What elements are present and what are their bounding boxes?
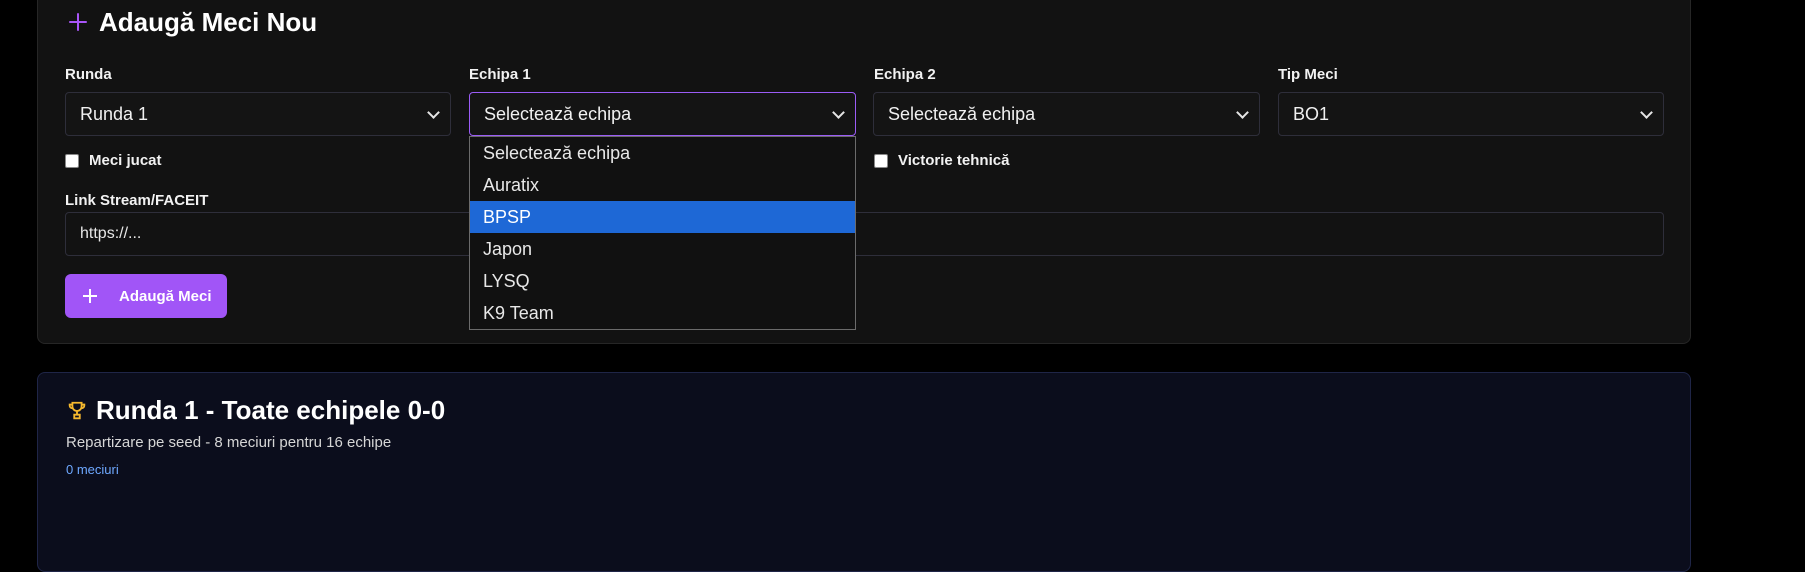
round-header: Runda 1 - Toate echipele 0-0 xyxy=(66,395,445,426)
played-checkbox-label: Meci jucat xyxy=(89,152,162,169)
plus-icon xyxy=(67,11,89,33)
team1-label: Echipa 1 xyxy=(469,66,531,83)
add-match-button-label: Adaugă Meci xyxy=(119,287,212,305)
team1-dropdown-list: Selectează echipa Auratix BPSP Japon LYS… xyxy=(469,136,856,330)
chevron-down-icon xyxy=(832,106,845,119)
chevron-down-icon xyxy=(427,106,440,119)
match-type-select-value: BO1 xyxy=(1293,103,1330,124)
add-match-button[interactable]: Adaugă Meci xyxy=(65,274,227,318)
trophy-icon xyxy=(68,401,86,419)
tech-win-checkbox-label: Victorie tehnică xyxy=(898,152,1010,169)
team2-label: Echipa 2 xyxy=(874,66,936,83)
tech-win-checkbox[interactable] xyxy=(874,153,888,168)
dropdown-option[interactable]: LYSQ xyxy=(470,265,855,297)
dropdown-option[interactable]: Selectează echipa xyxy=(470,137,855,169)
team1-select-value: Selectează echipa xyxy=(484,103,632,124)
plus-icon xyxy=(83,289,97,303)
dropdown-option[interactable]: Auratix xyxy=(470,169,855,201)
played-checkbox-row[interactable]: Meci jucat xyxy=(65,152,162,169)
played-checkbox[interactable] xyxy=(65,153,79,168)
team1-select[interactable]: Selectează echipa xyxy=(469,92,856,136)
match-type-select[interactable]: BO1 xyxy=(1278,92,1664,136)
link-label: Link Stream/FACEIT xyxy=(65,192,209,209)
add-match-card xyxy=(37,0,1691,344)
dropdown-option-highlighted[interactable]: BPSP xyxy=(470,201,855,233)
chevron-down-icon xyxy=(1236,106,1249,119)
dropdown-option[interactable]: Japon xyxy=(470,233,855,265)
chevron-down-icon xyxy=(1640,106,1653,119)
stream-link-input[interactable]: https://... xyxy=(65,212,1664,256)
form-header: Adaugă Meci Nou xyxy=(67,4,317,40)
team2-select-value: Selectează echipa xyxy=(888,103,1036,124)
match-count: 0 meciuri xyxy=(66,462,119,477)
round-subtitle: Repartizare pe seed - 8 meciuri pentru 1… xyxy=(66,434,392,451)
runda-select-value: Runda 1 xyxy=(80,103,149,124)
form-title: Adaugă Meci Nou xyxy=(99,6,318,37)
type-label: Tip Meci xyxy=(1278,66,1338,83)
runda-select[interactable]: Runda 1 xyxy=(65,92,451,136)
round-title: Runda 1 - Toate echipele 0-0 xyxy=(96,395,446,425)
tech-win-checkbox-row[interactable]: Victorie tehnică xyxy=(874,152,1009,169)
dropdown-option[interactable]: K9 Team xyxy=(470,297,855,329)
team2-select[interactable]: Selectează echipa xyxy=(873,92,1260,136)
stream-link-placeholder: https://... xyxy=(80,225,142,242)
runda-label: Runda xyxy=(65,66,112,83)
